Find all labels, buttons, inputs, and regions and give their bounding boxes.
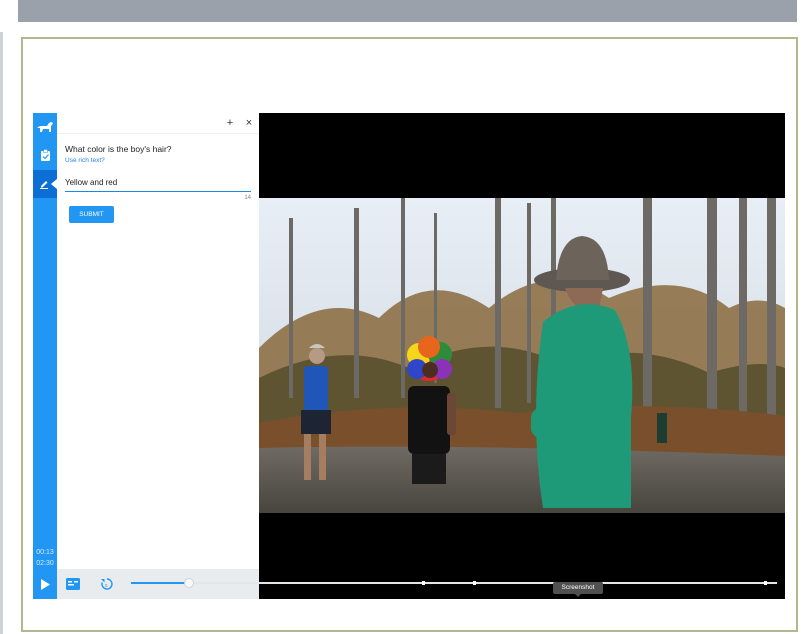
top-bar bbox=[18, 0, 797, 22]
close-button[interactable]: × bbox=[242, 116, 256, 130]
timeline-marker[interactable] bbox=[473, 581, 477, 585]
tooltip-arrow-icon bbox=[574, 593, 582, 597]
left-edge-bar bbox=[0, 32, 3, 634]
video-annotation-app: 00:13 02:30 + × What color is the boy's … bbox=[33, 113, 785, 599]
replay-icon[interactable]: 5 bbox=[99, 576, 115, 592]
svg-text:5: 5 bbox=[105, 583, 108, 588]
char-count: 14 bbox=[244, 195, 251, 201]
video-frame[interactable] bbox=[259, 198, 785, 513]
play-button[interactable] bbox=[33, 569, 57, 599]
timeline-marker[interactable] bbox=[764, 581, 768, 585]
progress-track[interactable] bbox=[131, 578, 777, 588]
rich-text-link[interactable]: Use rich text? bbox=[65, 157, 105, 164]
timeline-marker[interactable] bbox=[421, 581, 425, 585]
progress-fill bbox=[131, 582, 190, 584]
dog-logo-icon[interactable] bbox=[33, 113, 57, 141]
clipboard-check-icon[interactable] bbox=[33, 141, 57, 169]
annotation-panel: + × What color is the boy's hair? Use ri… bbox=[57, 113, 259, 571]
panel-header: + × bbox=[57, 113, 259, 134]
answer-field[interactable]: Yellow and red bbox=[65, 178, 251, 187]
current-time: 00:13 bbox=[36, 549, 54, 556]
play-icon bbox=[41, 578, 50, 590]
total-time: 02:30 bbox=[36, 560, 54, 567]
add-button[interactable]: + bbox=[223, 116, 237, 130]
submit-button[interactable]: SUBMIT bbox=[69, 206, 114, 223]
left-rail: 00:13 02:30 bbox=[33, 113, 57, 599]
player-controls: 5 bbox=[33, 569, 785, 599]
video-scene-image bbox=[259, 198, 785, 513]
answer-underline bbox=[65, 191, 251, 192]
question-text: What color is the boy's hair? bbox=[65, 144, 172, 154]
subtitles-icon[interactable] bbox=[65, 576, 81, 592]
